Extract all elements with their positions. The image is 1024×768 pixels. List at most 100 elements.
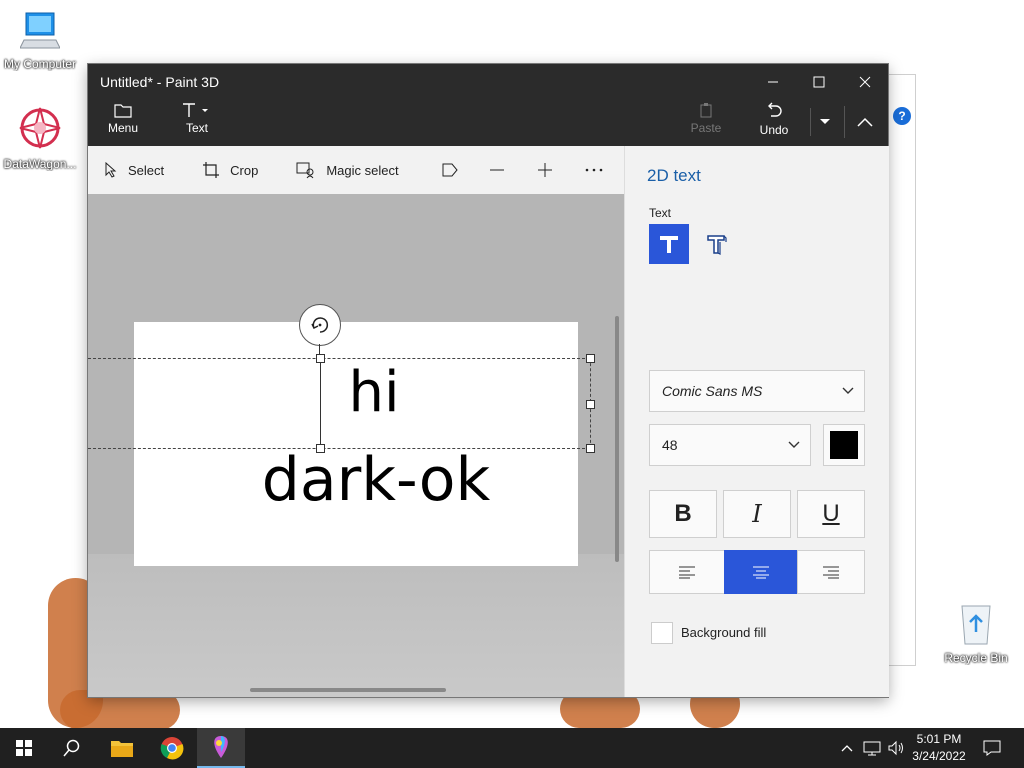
taskbar: 5:01 PM 3/24/2022: [0, 728, 1024, 768]
network-button[interactable]: [860, 728, 884, 768]
resize-handle[interactable]: [316, 354, 325, 363]
history-dropdown-button[interactable]: [810, 108, 839, 136]
paste-label: Paste: [690, 121, 722, 135]
menu-label: Menu: [107, 121, 139, 135]
text-color-picker[interactable]: [823, 424, 865, 466]
cursor-icon: [105, 162, 117, 178]
plus-icon: [537, 163, 552, 177]
3d-text-icon: [707, 235, 727, 255]
minus-icon: [489, 169, 504, 171]
undo-button[interactable]: Undo: [756, 102, 792, 137]
italic-label: I: [752, 500, 762, 528]
align-right-button[interactable]: [797, 550, 865, 594]
clock-date: 3/24/2022: [912, 749, 966, 763]
underline-label: U: [822, 500, 840, 527]
resize-handle[interactable]: [586, 400, 595, 409]
3d-text-option[interactable]: [697, 224, 737, 264]
title-bar[interactable]: Untitled* - Paint 3D Menu Text Paste Und…: [88, 64, 888, 146]
volume-button[interactable]: [884, 728, 908, 768]
selection-toolbar: Select Crop Magic select: [88, 146, 624, 194]
selection-bottom-edge: [88, 448, 590, 449]
horizontal-scrollbar[interactable]: [250, 688, 446, 692]
rotate-icon: [311, 317, 329, 333]
paste-icon: [700, 103, 712, 118]
text-t-icon: [660, 236, 678, 253]
canvas-text-line-1[interactable]: hi: [324, 356, 424, 430]
canvas-area[interactable]: dark-ok hi: [88, 194, 624, 697]
text-label: Text: [185, 121, 208, 135]
file-explorer-button[interactable]: [98, 728, 146, 768]
select-label: Select: [128, 162, 165, 178]
crop-icon: [203, 162, 220, 178]
more-icon: [585, 168, 602, 172]
chevron-up-icon: [841, 745, 853, 752]
chevron-down-icon: [842, 387, 854, 394]
paint3d-window[interactable]: Untitled* - Paint 3D Menu Text Paste Und…: [88, 64, 889, 697]
text-cursor-line: [320, 358, 321, 448]
clock-time: 5:01 PM: [916, 732, 962, 746]
desktop-icon-label: Recycle Bin: [944, 651, 1008, 665]
shape-icon: [442, 163, 458, 177]
font-family-value: Comic Sans MS: [662, 383, 763, 399]
chrome-button[interactable]: [148, 728, 196, 768]
text-tool-button[interactable]: Text: [174, 102, 220, 135]
paint3d-icon: [214, 736, 228, 758]
volume-icon: [888, 740, 903, 756]
windows-icon: [16, 740, 32, 756]
align-center-button[interactable]: [724, 550, 798, 594]
2d-text-option[interactable]: [649, 224, 689, 264]
font-size-dropdown[interactable]: 48: [649, 424, 811, 466]
align-left-button[interactable]: [649, 550, 725, 594]
collapse-toolbar-button[interactable]: [844, 106, 885, 138]
sticker-tool[interactable]: [441, 162, 469, 178]
resize-handle[interactable]: [316, 444, 325, 453]
desktop-icon-label: DataWagon...: [3, 157, 77, 171]
italic-button[interactable]: I: [723, 490, 791, 538]
select-tool[interactable]: Select: [104, 162, 164, 178]
magic-select-tool[interactable]: Magic select: [296, 161, 399, 179]
paste-button[interactable]: Paste: [688, 102, 724, 135]
panel-heading: 2D text: [647, 166, 701, 185]
maximize-button[interactable]: [796, 68, 842, 96]
folder-icon: [111, 741, 133, 757]
resize-handle[interactable]: [586, 354, 595, 363]
minimize-button[interactable]: [750, 68, 796, 96]
crop-label: Crop: [230, 162, 259, 178]
align-center-icon: [753, 566, 769, 579]
window-title: Untitled* - Paint 3D: [100, 74, 220, 90]
computer-icon: [19, 12, 61, 49]
desktop-icon-label: My Computer: [3, 57, 77, 71]
desktop-icon-datawagon[interactable]: DataWagon...: [0, 104, 80, 171]
font-family-dropdown[interactable]: Comic Sans MS: [649, 370, 865, 412]
maximize-icon: [813, 76, 825, 88]
background-fill-checkbox[interactable]: [651, 622, 673, 644]
action-center-button[interactable]: [970, 728, 1014, 768]
menu-button[interactable]: Menu: [102, 102, 144, 135]
align-left-icon: [679, 566, 695, 579]
resize-handle[interactable]: [586, 444, 595, 453]
close-button[interactable]: [842, 68, 888, 96]
magic-select-label: Magic select: [326, 162, 399, 178]
rotate-handle[interactable]: [299, 304, 341, 346]
underline-button[interactable]: U: [797, 490, 865, 538]
align-right-icon: [823, 566, 839, 579]
start-button[interactable]: [0, 728, 48, 768]
search-button[interactable]: [48, 728, 96, 768]
desktop-icon-recycle-bin[interactable]: Recycle Bin: [936, 600, 1016, 665]
vertical-scrollbar[interactable]: [615, 316, 619, 562]
canvas-text-line-2: dark-ok: [261, 445, 491, 515]
desktop-icon-my-computer[interactable]: My Computer: [0, 10, 80, 71]
show-hidden-icons-button[interactable]: [836, 728, 858, 768]
bold-button[interactable]: B: [649, 490, 717, 538]
paint3d-taskbar-button[interactable]: [197, 728, 245, 768]
help-icon[interactable]: ?: [893, 107, 911, 125]
magic-select-icon: [296, 162, 314, 179]
zoom-in-button[interactable]: [537, 162, 563, 178]
crop-tool[interactable]: Crop: [202, 161, 258, 179]
zoom-out-button[interactable]: [489, 162, 515, 178]
chrome-icon: [160, 737, 184, 760]
more-options-button[interactable]: [585, 168, 613, 172]
undo-label: Undo: [759, 123, 789, 137]
clock[interactable]: 5:01 PM 3/24/2022: [908, 731, 970, 765]
text-type-label: Text: [649, 206, 672, 220]
